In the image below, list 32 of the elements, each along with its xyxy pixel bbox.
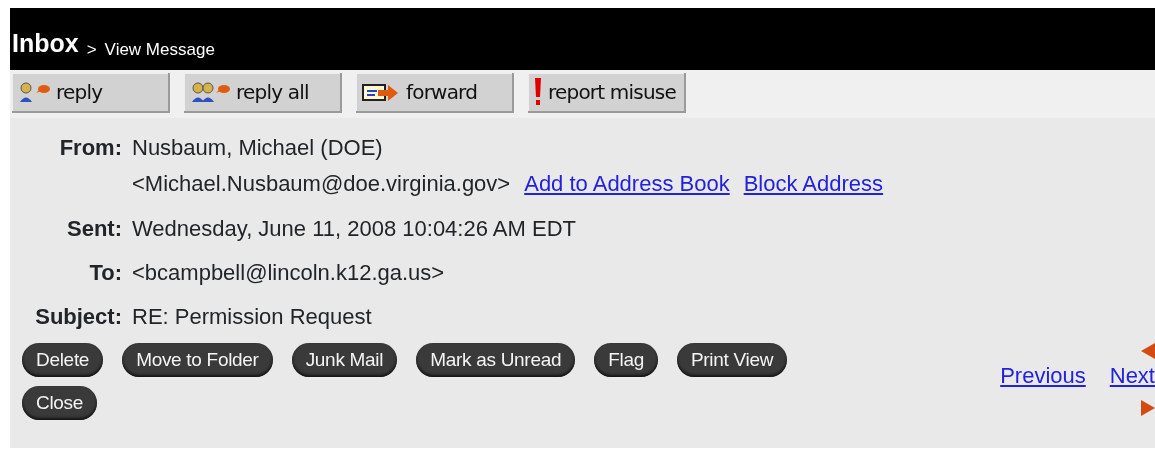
- field-label: Subject:: [34, 303, 123, 332]
- field-value: RE: Permission Request: [132, 304, 372, 330]
- action-button[interactable]: Delete: [22, 343, 104, 378]
- address-link[interactable]: Block Address: [743, 171, 884, 197]
- people-speech-icon: [190, 80, 230, 104]
- action-button[interactable]: Move to Folder: [122, 343, 273, 378]
- report-button[interactable]: report misuse: [528, 73, 686, 113]
- previous-link[interactable]: Previous: [1000, 359, 1086, 393]
- field-label: Sent:: [66, 214, 123, 243]
- forward-button[interactable]: forward: [356, 73, 514, 113]
- address-link[interactable]: Add to Address Book: [524, 171, 730, 197]
- page-title: View Message: [104, 38, 215, 61]
- action-button[interactable]: Mark as Unread: [416, 343, 576, 378]
- person-speech-icon: [18, 80, 50, 104]
- field-label: From:: [58, 134, 123, 162]
- document-arrow-icon: [362, 81, 400, 103]
- reply-all-button[interactable]: reply all: [184, 73, 342, 113]
- left-triangle-icon: [1141, 343, 1155, 360]
- reply-button[interactable]: reply: [12, 73, 170, 113]
- breadcrumb-separator: >: [86, 38, 97, 61]
- field-value: <bcampbell@lincoln.k12.ga.us>: [132, 259, 445, 285]
- next-link[interactable]: Next: [1109, 359, 1155, 393]
- action-button[interactable]: Junk Mail: [291, 343, 398, 378]
- field-label: To:: [88, 258, 123, 287]
- right-triangle-icon: [1141, 400, 1155, 417]
- field-value: Wednesday, June 11, 2008 10:04:26 AM EDT: [132, 215, 576, 241]
- inbox-link[interactable]: Inbox: [12, 24, 79, 62]
- exclamation-icon: [534, 77, 542, 107]
- sender-address: Nusbaum, Michael (DOE)<Michael.Nusbaum@doe.virginia.gov>: [132, 135, 511, 197]
- action-button[interactable]: Flag: [594, 343, 658, 378]
- action-button[interactable]: Print View: [676, 343, 788, 378]
- action-button[interactable]: Close: [22, 386, 98, 421]
